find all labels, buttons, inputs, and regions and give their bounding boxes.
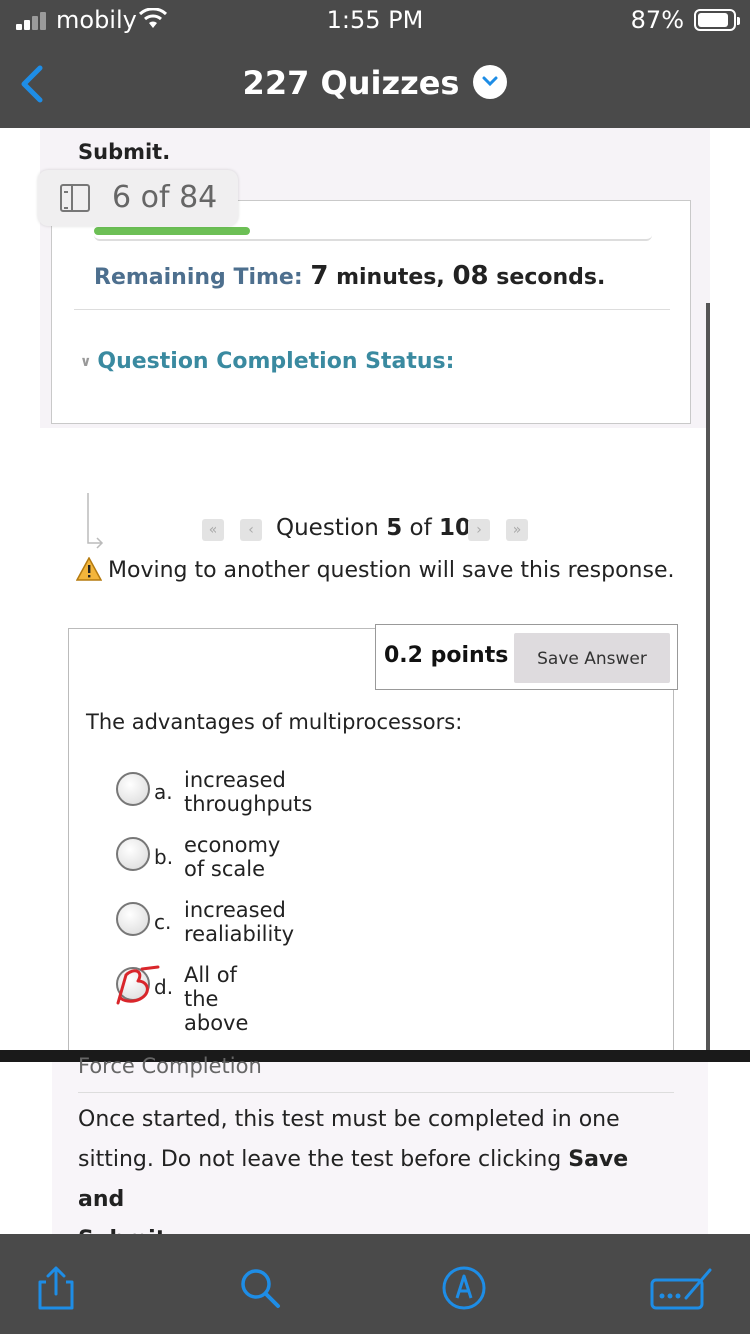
completion-status-toggle[interactable]: ∨ Question Completion Status: xyxy=(80,349,454,374)
nav-title-button[interactable]: 227 Quizzes xyxy=(0,64,750,102)
remaining-minutes: 7 xyxy=(310,261,329,291)
page-icon xyxy=(60,184,90,212)
divider xyxy=(78,1092,674,1093)
option-text: increased throughputs xyxy=(184,768,313,816)
divider xyxy=(74,309,670,310)
keyboard-edit-icon[interactable] xyxy=(650,1264,714,1312)
nav-bar: 227 Quizzes xyxy=(0,52,750,116)
option-letter: c. xyxy=(154,910,172,934)
remaining-time: Remaining Time: 7 minutes, 08 seconds. xyxy=(94,261,605,291)
share-icon[interactable] xyxy=(32,1264,80,1312)
top-bar: mobily 1:55 PM 87% 227 Quizzes xyxy=(0,0,750,128)
force-completion-heading: Force Completion xyxy=(78,1054,262,1078)
points-bar: 0.2 points Save Answer xyxy=(375,624,678,690)
radio-button[interactable] xyxy=(116,837,150,871)
battery-icon xyxy=(694,9,740,31)
bottom-toolbar xyxy=(0,1234,750,1334)
option-text: economy of scale xyxy=(184,833,281,881)
prev-question-button[interactable]: ‹ xyxy=(240,519,262,541)
status-bar: mobily 1:55 PM 87% xyxy=(0,0,750,40)
document-lower-section: Force Completion Once started, this test… xyxy=(0,1054,750,1252)
remaining-label: Remaining Time: xyxy=(94,265,303,290)
page-counter-text: 6 of 84 xyxy=(112,180,218,215)
question-navigator: « ‹ Question 5 of 10 › » xyxy=(0,493,750,553)
points-value: 0.2 points xyxy=(384,643,509,668)
seconds-unit: seconds. xyxy=(496,265,606,290)
submit-text: Submit. xyxy=(78,140,171,164)
next-question-button[interactable]: › xyxy=(468,519,490,541)
progress-fill xyxy=(94,227,251,235)
option-text: All of the above xyxy=(184,963,249,1035)
page-counter: 6 of 84 xyxy=(38,170,238,226)
question-text: The advantages of multiprocessors: xyxy=(86,710,463,734)
warning-icon xyxy=(76,557,102,581)
scrollbar[interactable] xyxy=(706,303,710,1050)
save-answer-button[interactable]: Save Answer xyxy=(514,633,670,683)
option-letter: a. xyxy=(154,780,173,804)
double-chevron-down-icon: ∨ xyxy=(80,354,92,370)
search-icon[interactable] xyxy=(236,1264,284,1312)
option-text: increased realiability xyxy=(184,898,294,946)
nav-title: 227 Quizzes xyxy=(242,64,460,102)
remaining-seconds: 08 xyxy=(452,261,489,291)
first-question-button[interactable]: « xyxy=(202,519,224,541)
last-question-button[interactable]: » xyxy=(506,519,528,541)
option-letter: b. xyxy=(154,845,174,869)
save-warning: Moving to another question will save thi… xyxy=(76,557,675,583)
radio-button[interactable] xyxy=(116,772,150,806)
question-position: Question 5 of 10 xyxy=(276,515,472,541)
battery-percent: 87% xyxy=(630,6,684,34)
annotation-arrow-icon xyxy=(87,493,104,549)
markup-icon[interactable] xyxy=(440,1264,488,1312)
radio-button[interactable] xyxy=(116,902,150,936)
test-info-box: Remaining Time: 7 minutes, 08 seconds. ∨… xyxy=(51,200,691,424)
handwritten-mark-icon xyxy=(116,965,160,1005)
warning-text: Moving to another question will save thi… xyxy=(108,558,675,583)
chevron-down-icon xyxy=(473,65,508,99)
document-view[interactable]: Submit. Remaining Time: 7 minutes, 08 se… xyxy=(0,128,750,1050)
minutes-unit: minutes, xyxy=(336,265,445,290)
completion-status-label: Question Completion Status: xyxy=(97,349,455,374)
